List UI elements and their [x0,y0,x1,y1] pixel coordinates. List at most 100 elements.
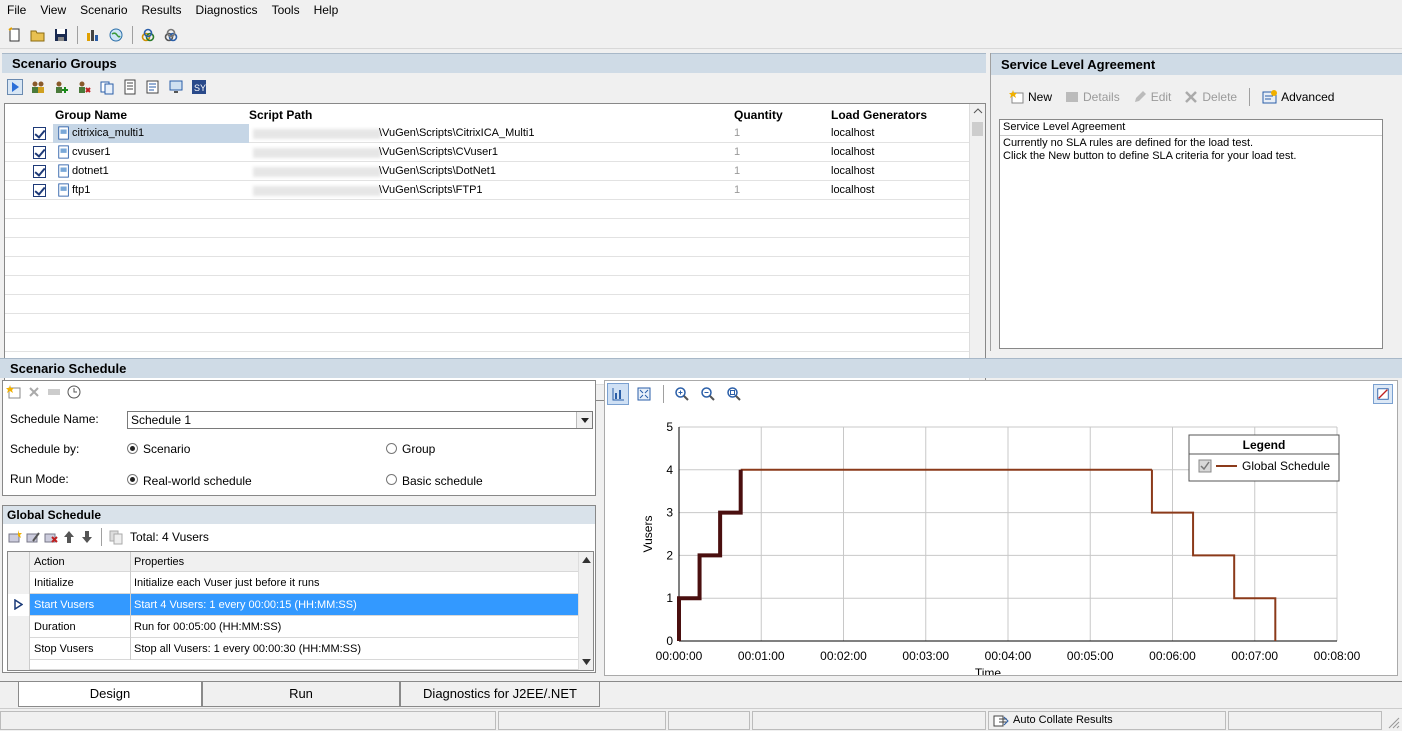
properties-cell: Run for 00:05:00 (HH:MM:SS) [134,621,282,633]
sla-new-label: New [1028,90,1053,104]
toolbar-separator [1249,88,1251,106]
arrow-up-icon[interactable] [61,529,77,545]
arrow-down-icon[interactable] [79,529,95,545]
delete-action-icon[interactable] [43,529,59,545]
schedule-by-scenario-radio[interactable] [127,443,138,454]
sla-edit-button[interactable]: Edit [1128,87,1176,107]
row-selector[interactable] [8,638,30,660]
legend-toggle-button[interactable] [1373,384,1393,404]
copy-icon[interactable] [108,529,124,545]
sla-details-button[interactable]: Details [1060,87,1124,107]
chevron-up-icon[interactable] [973,107,983,115]
tab-run[interactable]: Run [202,682,400,707]
fit-view-button[interactable] [633,383,655,405]
vertical-scrollbar[interactable] [969,104,985,382]
remove-group-button[interactable] [73,76,95,98]
expand-icon [637,387,651,401]
menu-help[interactable]: Help [307,3,346,17]
menu-scenario[interactable]: Scenario [73,3,134,17]
scroll-thumb[interactable] [972,122,983,136]
add-action-icon[interactable] [7,529,23,545]
table-row[interactable]: dotnet1 \VuGen\Scripts\DotNet1 1 localho… [5,162,970,181]
quantity: 1 [734,127,741,139]
group-enabled-checkbox[interactable] [33,184,46,197]
graph-view-button[interactable] [607,383,629,405]
sla-new-button[interactable]: New [1005,87,1056,107]
table-row[interactable]: cvuser1 \VuGen\Scripts\CVuser1 1 localho… [5,143,970,162]
resize-grip-icon[interactable] [1384,713,1400,729]
tab-design[interactable]: Design [18,682,202,707]
zoom-reset-button[interactable] [723,383,745,405]
table-row[interactable]: ftp1 \VuGen\Scripts\FTP1 1 localhost [5,181,970,200]
add-group-button[interactable] [50,76,72,98]
schedule-name-select[interactable]: Schedule 1 [127,411,593,429]
script-button[interactable] [142,76,164,98]
dropdown-button[interactable] [576,412,592,428]
menu-view[interactable]: View [33,3,73,17]
rename-icon[interactable] [46,384,62,400]
load-generator-button[interactable] [165,76,187,98]
clock-icon[interactable] [66,384,82,400]
open-button[interactable] [27,24,49,46]
menu-file[interactable]: File [0,3,33,17]
sla-message-line2: Click the New button to define SLA crite… [1003,150,1297,162]
table-row[interactable]: citrixica_multi1 \VuGen\Scripts\CitrixIC… [5,124,970,143]
scenario-groups-panel: Scenario Groups SY Group Name Script Pat… [2,53,986,401]
schedule-by-group-radio[interactable] [386,443,397,454]
sla-delete-button[interactable]: Delete [1179,87,1241,107]
table-row[interactable]: Start Vusers Start 4 Vusers: 1 every 00:… [8,594,578,616]
delete-x-icon[interactable] [26,384,42,400]
menu-diagnostics[interactable]: Diagnostics [189,3,265,17]
zoom-out-button[interactable] [697,383,719,405]
row-selector[interactable] [8,660,30,670]
auto-collate-status[interactable]: Auto Collate Results [988,711,1226,730]
column-quantity[interactable]: Quantity [734,108,783,122]
scenario-design-button[interactable] [82,24,104,46]
menu-results[interactable]: Results [135,3,189,17]
vusers-button[interactable] [27,76,49,98]
column-properties[interactable]: Properties [134,556,184,568]
web-button[interactable] [105,24,127,46]
analysis-button[interactable] [137,24,159,46]
basic-schedule-radio[interactable] [386,474,397,485]
new-schedule-icon[interactable] [6,384,22,400]
collate-button[interactable] [160,24,182,46]
column-action[interactable]: Action [34,556,65,568]
group-enabled-checkbox[interactable] [33,165,46,178]
row-selector[interactable] [8,572,30,594]
new-row[interactable] [8,660,578,670]
details-button[interactable] [119,76,141,98]
sy-button[interactable]: SY [188,76,210,98]
legend-series-label: Global Schedule [1242,459,1330,473]
group-enabled-checkbox[interactable] [33,146,46,159]
vertical-scrollbar[interactable] [578,552,593,670]
row-selector[interactable] [8,616,30,638]
chevron-up-icon[interactable] [582,556,591,563]
edit-action-icon[interactable] [25,529,41,545]
column-load-generators[interactable]: Load Generators [831,108,927,122]
new-scenario-button[interactable] [4,24,26,46]
zoom-in-button[interactable] [671,383,693,405]
group-enabled-checkbox[interactable] [33,127,46,140]
menu-tools[interactable]: Tools [265,3,307,17]
script-icon [58,126,69,140]
legend-checkbox[interactable] [1198,459,1212,473]
table-row[interactable]: Stop Vusers Stop all Vusers: 1 every 00:… [8,638,578,660]
group-name: ftp1 [72,184,91,196]
table-row[interactable]: Duration Run for 00:05:00 (HH:MM:SS) [8,616,578,638]
tab-diagnostics[interactable]: Diagnostics for J2EE/.NET [400,682,600,707]
row-selector[interactable] [8,594,30,616]
table-row[interactable]: Initialize Initialize each Vuser just be… [8,572,578,594]
main-toolbar [0,21,1402,49]
sla-advanced-button[interactable]: Advanced [1258,87,1338,107]
column-group-name[interactable]: Group Name [55,108,127,122]
run-view-button[interactable] [96,76,118,98]
delete-x-icon [1185,91,1198,103]
column-script-path[interactable]: Script Path [249,108,312,122]
menu-bar: File View Scenario Results Diagnostics T… [0,0,1402,20]
start-scenario-button[interactable] [4,76,26,98]
real-world-schedule-radio[interactable] [127,474,138,485]
chevron-down-icon[interactable] [582,659,591,666]
save-button[interactable] [50,24,72,46]
y-tick-label: 3 [666,506,673,520]
